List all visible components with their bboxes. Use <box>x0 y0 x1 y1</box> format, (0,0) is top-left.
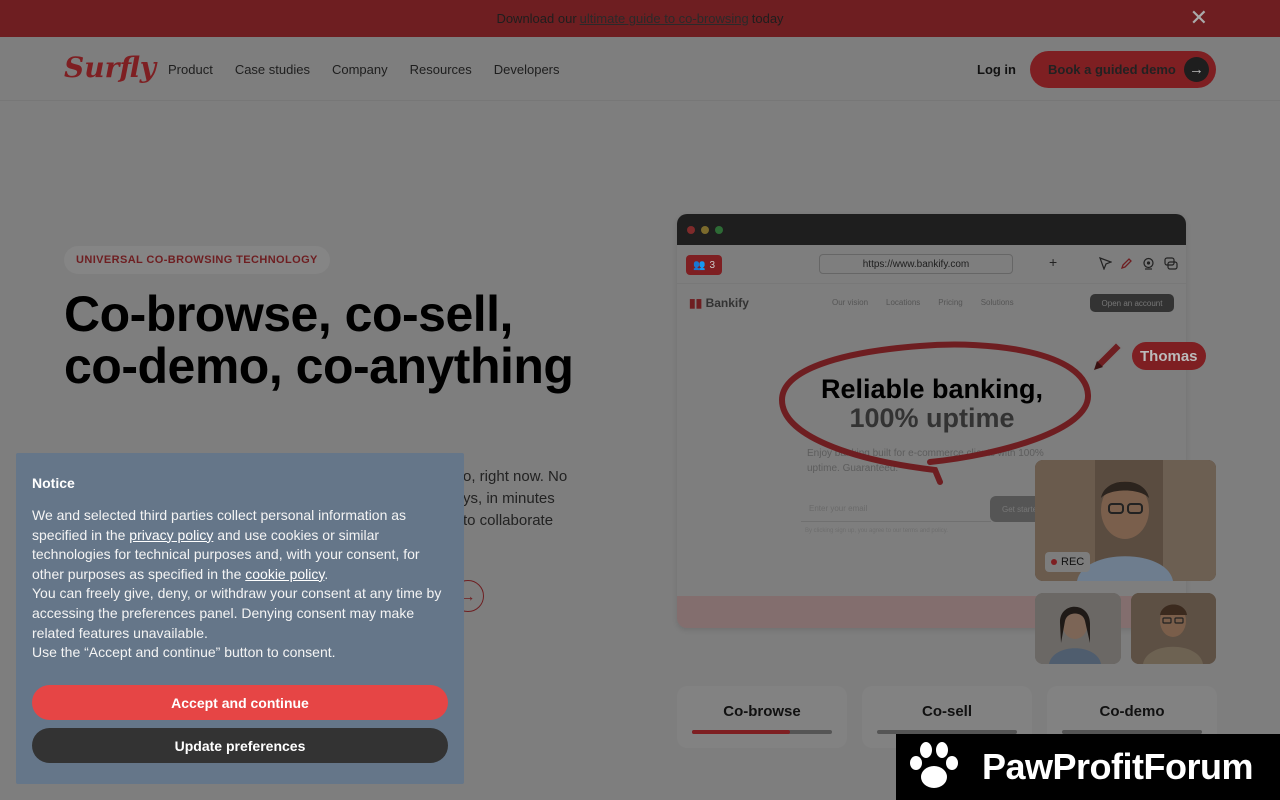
headline-line-1: Reliable banking, <box>820 374 1044 404</box>
privacy-policy-link[interactable]: privacy policy <box>129 527 213 543</box>
new-tab-icon[interactable]: + <box>1049 254 1057 270</box>
close-icon[interactable]: ✕ <box>1190 7 1208 29</box>
bankify-logo-text: Bankify <box>705 296 749 310</box>
nav-item-developers[interactable]: Developers <box>494 62 560 77</box>
email-input[interactable]: Enter your email <box>801 496 991 522</box>
arrow-right-icon: → <box>1184 57 1209 82</box>
hero-subtitle: o, right now. No ys, in minutes to colla… <box>463 466 593 532</box>
banner-suffix: today <box>751 11 784 26</box>
chat-icon[interactable] <box>1164 257 1178 270</box>
login-link[interactable]: Log in <box>977 62 1016 77</box>
tab-label: Co-sell <box>921 703 972 720</box>
update-preferences-button[interactable]: Update preferences <box>32 728 448 763</box>
bankify-headline: Reliable banking, 100% uptime <box>782 375 1082 433</box>
bankify-logo: ▮▮ Bankify <box>689 296 749 310</box>
headline-line-2: 100% uptime <box>849 403 1015 433</box>
book-demo-button[interactable]: Book a guided demo → <box>1030 51 1216 88</box>
bankify-body: Enjoy banking built for e-commerce clien… <box>807 448 1044 474</box>
book-demo-label: Book a guided demo <box>1048 62 1176 77</box>
bankify-link[interactable]: Solutions <box>981 298 1014 307</box>
pen-icon[interactable] <box>1120 257 1133 270</box>
cookie-text-instruction: Use the “Accept and continue” button to … <box>32 644 336 661</box>
bankify-link[interactable]: Pricing <box>938 298 962 307</box>
video-tile-participant-2 <box>1131 593 1216 664</box>
watermark-text: PawProfitForum <box>982 746 1254 787</box>
surfly-logo[interactable]: Surfly <box>64 51 156 84</box>
hero-subtitle-line: o, right now. No <box>463 468 568 485</box>
cookie-text: We and selected third parties collect pe… <box>32 506 448 584</box>
paw-icon <box>910 742 958 788</box>
video-tile-main: REC <box>1035 460 1216 581</box>
watermark: PawProfitForum <box>896 734 1280 800</box>
recording-badge: REC <box>1045 552 1091 572</box>
cookie-consent-dialog: Notice We and selected third parties col… <box>16 453 464 784</box>
nav-item-company[interactable]: Company <box>332 62 388 77</box>
cookie-policy-link[interactable]: cookie policy <box>245 566 324 582</box>
hero-subtitle-line: to collaborate <box>463 512 554 529</box>
bankify-links: Our vision Locations Pricing Solutions <box>832 298 1014 307</box>
maximize-dot-icon <box>715 225 723 234</box>
cookie-title: Notice <box>32 475 75 491</box>
cookie-text-consent: You can freely give, deny, or withdraw y… <box>32 585 442 641</box>
nav-item-case-studies[interactable]: Case studies <box>235 62 310 77</box>
hero-subtitle-line: ys, in minutes <box>463 490 555 507</box>
participant-video <box>1131 593 1216 664</box>
participants-count: 3 <box>709 259 715 271</box>
webcam-icon[interactable] <box>1142 257 1155 270</box>
pencil-cursor-icon <box>1092 340 1124 372</box>
open-account-button[interactable]: Open an account <box>1090 294 1174 312</box>
bar-chart-icon: ▮▮ <box>689 296 703 310</box>
nav-menu: Product Case studies Company Resources D… <box>168 62 560 77</box>
video-tile-participant-1 <box>1035 593 1121 664</box>
collaborator-name-tag: Thomas <box>1132 342 1206 370</box>
main-nav: Surfly Product Case studies Company Reso… <box>0 37 1280 101</box>
hero-eyebrow: UNIVERSAL CO-BROWSING TECHNOLOGY <box>64 246 330 274</box>
bankify-link[interactable]: Locations <box>886 298 920 307</box>
participant-video <box>1035 593 1121 664</box>
minimize-dot-icon <box>701 225 709 234</box>
url-bar[interactable]: https://www.bankify.com <box>819 254 1013 274</box>
tab-label: Co-browse <box>723 703 801 720</box>
bankify-link[interactable]: Our vision <box>832 298 868 307</box>
rec-label: REC <box>1061 556 1085 568</box>
close-dot-icon <box>687 225 695 234</box>
window-titlebar <box>677 214 1186 245</box>
banner-guide-link[interactable]: ultimate guide to co-browsing <box>580 11 749 26</box>
record-dot-icon <box>1051 559 1057 565</box>
cobrowse-toolbar: 👥 3 https://www.bankify.com + <box>677 245 1186 283</box>
nav-item-product[interactable]: Product <box>168 62 213 77</box>
users-icon: 👥 <box>692 259 706 271</box>
participants-badge[interactable]: 👥 3 <box>686 255 722 275</box>
bankify-legal: By clicking sign up, you agree to our te… <box>805 528 948 534</box>
hero-title: Co-browse, co-sell, co-demo, co-anything <box>64 286 574 394</box>
bankify-nav: ▮▮ Bankify Our vision Locations Pricing … <box>677 283 1186 321</box>
tab-co-browse[interactable]: Co-browse <box>677 686 847 748</box>
banner-prefix: Download our <box>496 11 577 26</box>
cookie-text-part: . <box>324 565 329 582</box>
promo-banner: Download our ultimate guide to co-browsi… <box>0 0 1280 37</box>
accept-continue-button[interactable]: Accept and continue <box>32 685 448 720</box>
pointer-icon[interactable] <box>1099 257 1112 270</box>
tab-progress-fill <box>692 730 790 734</box>
tab-progress-track <box>692 730 832 734</box>
tab-label: Co-demo <box>1099 703 1165 720</box>
nav-item-resources[interactable]: Resources <box>410 62 472 77</box>
